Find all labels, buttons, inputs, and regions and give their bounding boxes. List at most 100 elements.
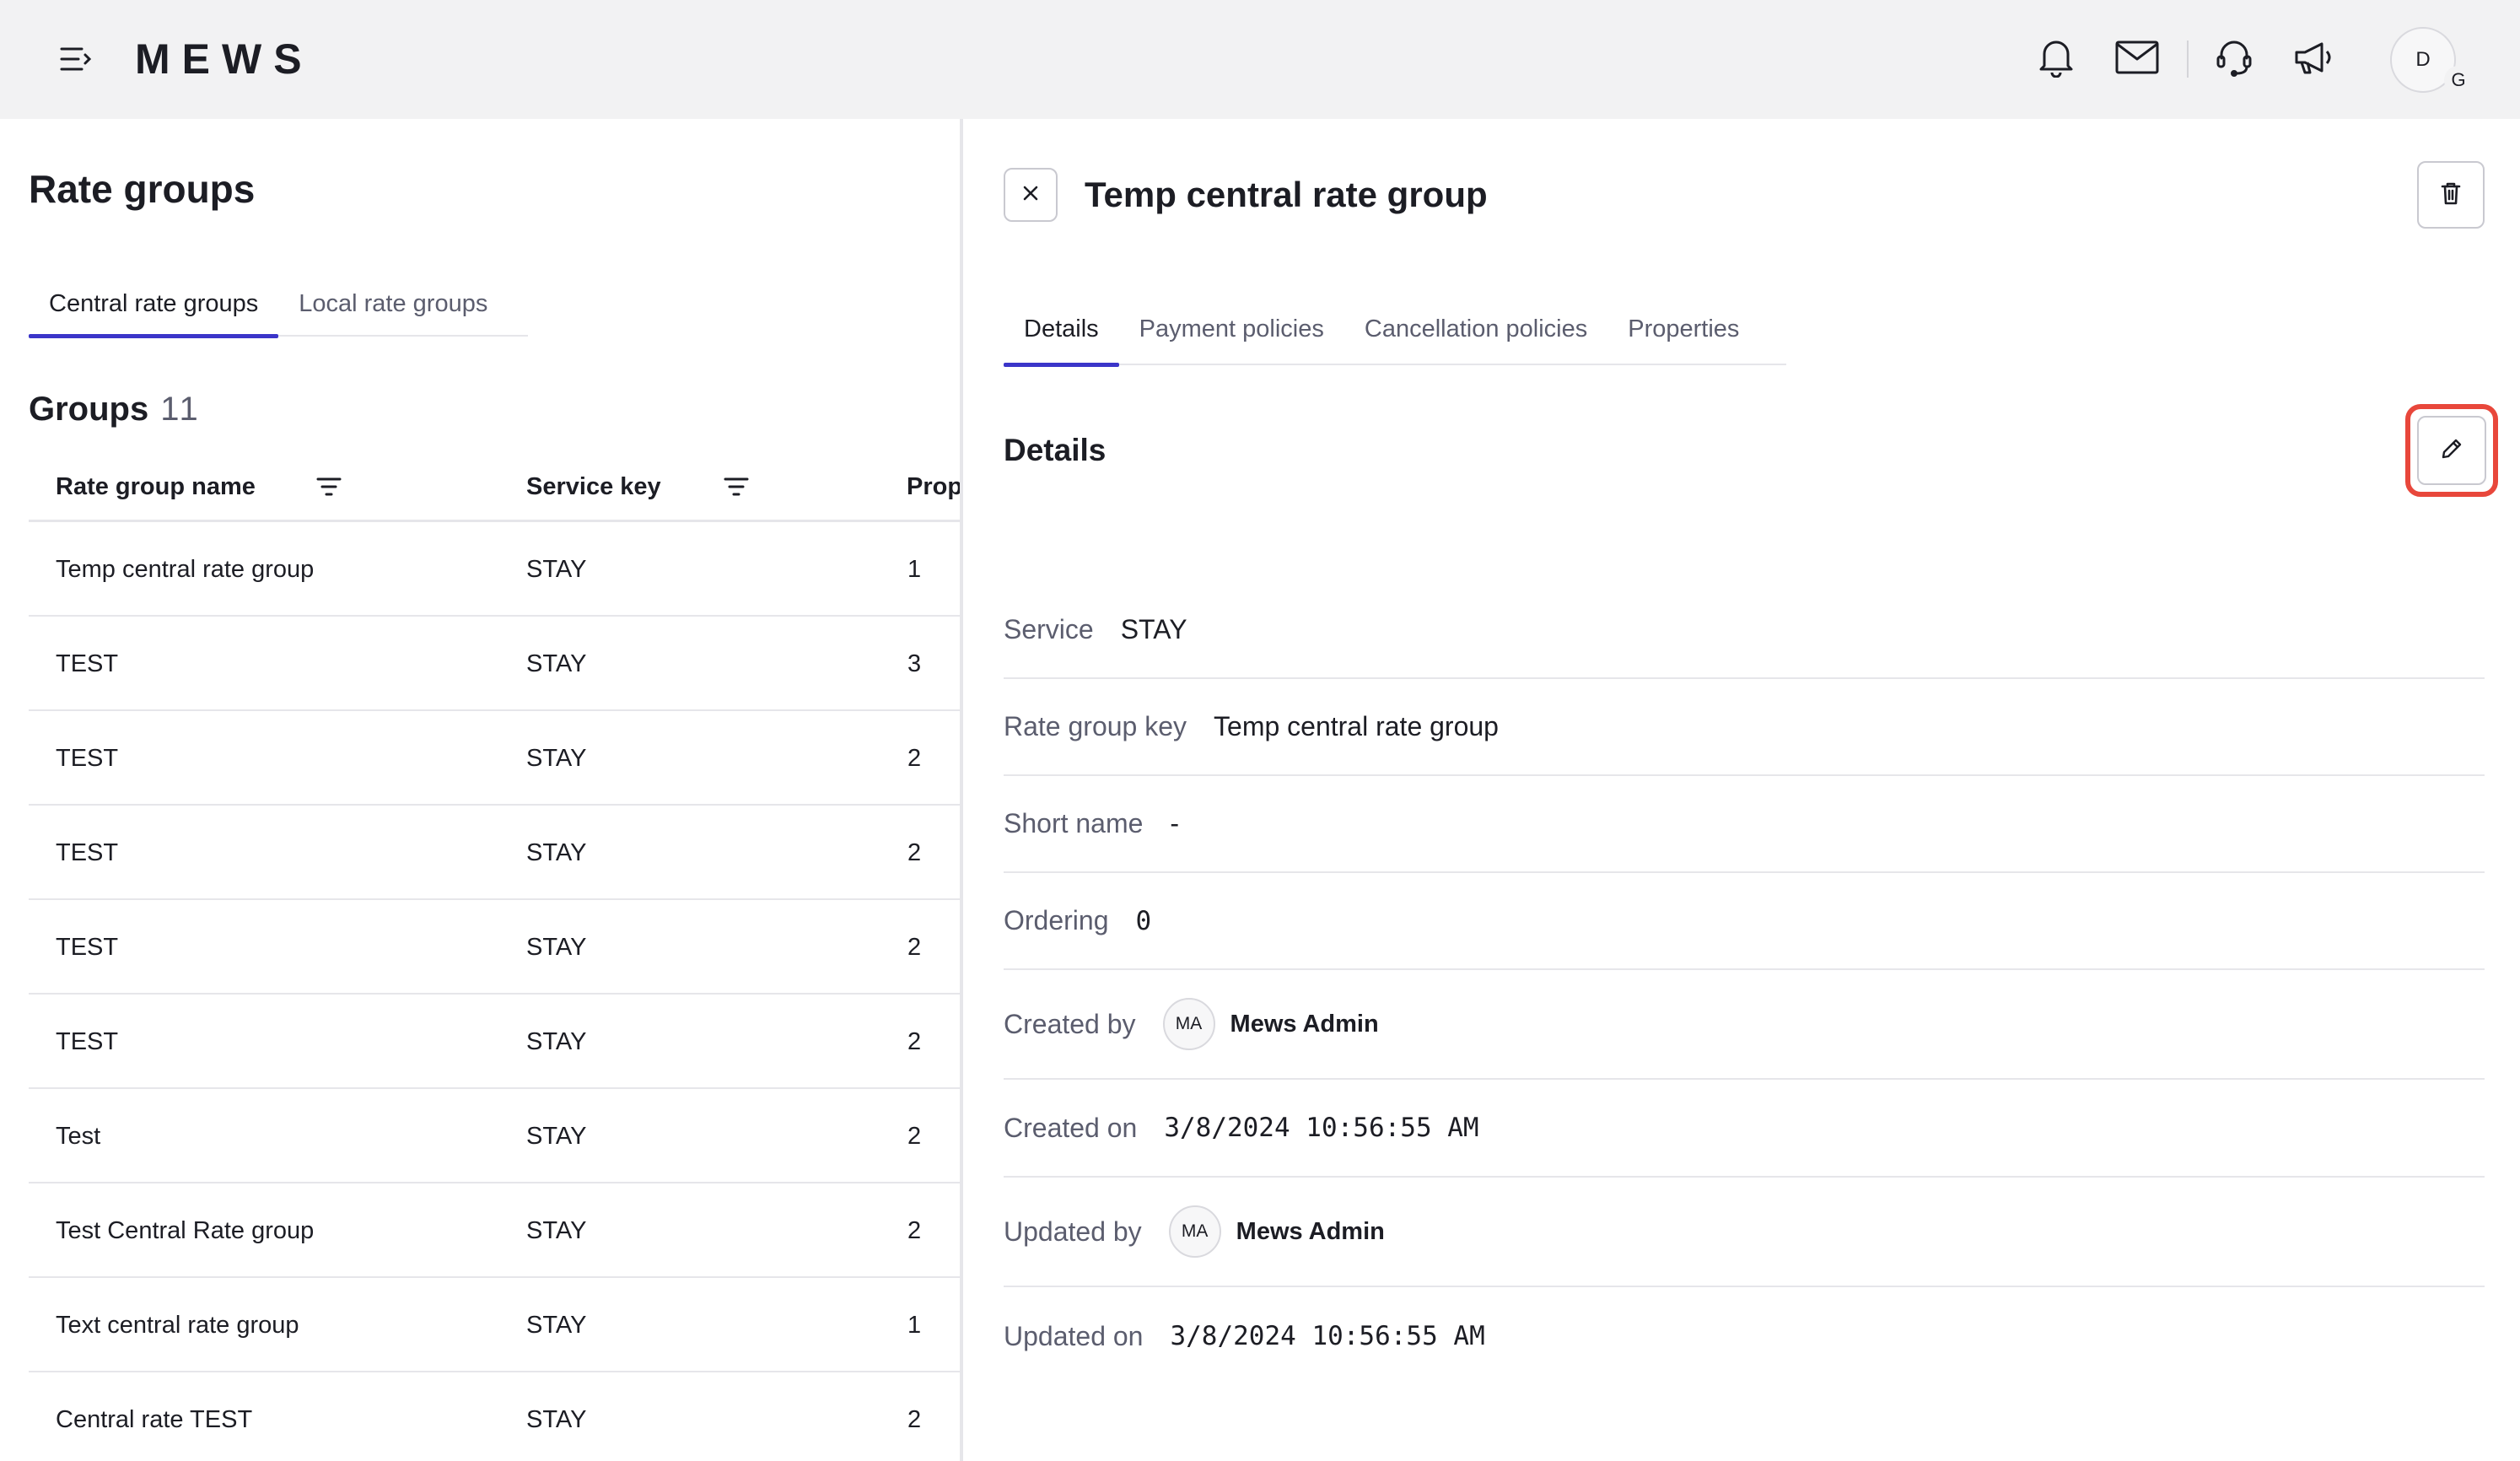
- field-ordering: Ordering 0: [1004, 873, 2485, 970]
- megaphone-icon: [2293, 40, 2337, 79]
- column-header-properties[interactable]: Prop: [907, 451, 960, 522]
- filter-icon[interactable]: [310, 468, 347, 505]
- support-button[interactable]: [2207, 32, 2261, 86]
- cell-service-key: STAY: [526, 1027, 587, 1055]
- field-short-name: Short name -: [1004, 776, 2485, 873]
- delete-button[interactable]: [2417, 161, 2485, 229]
- close-detail-button[interactable]: [1004, 168, 1058, 222]
- bell-icon: [2038, 37, 2075, 82]
- cell-rate-group-name: TEST: [56, 744, 119, 772]
- pencil-icon: [2440, 437, 2463, 465]
- mews-logo[interactable]: MEWS: [135, 35, 314, 83]
- edit-details-button[interactable]: [2417, 416, 2486, 485]
- cell-properties: 1: [907, 1311, 922, 1339]
- cell-rate-group-name: Test Central Rate group: [56, 1216, 315, 1244]
- field-label: Service: [1004, 613, 1094, 644]
- trash-icon: [2441, 181, 2461, 209]
- headset-icon: [2215, 38, 2253, 81]
- table-row[interactable]: TEST STAY 3: [29, 617, 960, 711]
- cell-service-key: STAY: [526, 744, 587, 772]
- field-label: Updated on: [1004, 1320, 1144, 1351]
- field-service: Service STAY: [1004, 581, 2485, 679]
- cell-properties: 2: [907, 744, 922, 772]
- cell-service-key: STAY: [526, 1405, 587, 1433]
- tab-details[interactable]: Details: [1004, 293, 1119, 367]
- cell-properties: 2: [907, 1216, 922, 1244]
- table-row[interactable]: Text central rate group STAY 1: [29, 1278, 960, 1372]
- field-value: 3/8/2024 10:56:55 AM: [1170, 1321, 1485, 1351]
- cell-service-key: STAY: [526, 838, 587, 866]
- field-updated-by: Updated by MA Mews Admin: [1004, 1178, 2485, 1287]
- field-value: 0: [1135, 905, 1152, 936]
- table-row[interactable]: TEST STAY 2: [29, 995, 960, 1089]
- table-row[interactable]: Test STAY 2: [29, 1089, 960, 1183]
- rate-group-detail-panel: Temp central rate group Details Payment …: [963, 119, 2520, 1461]
- cell-rate-group-name: Text central rate group: [56, 1311, 299, 1339]
- tab-central-rate-groups[interactable]: Central rate groups: [29, 271, 279, 338]
- table-row[interactable]: Central rate TEST STAY 2: [29, 1372, 960, 1461]
- enterprise-badge: G: [2444, 66, 2473, 94]
- cell-service-key: STAY: [526, 1122, 587, 1150]
- field-label: Ordering: [1004, 905, 1109, 935]
- cell-service-key: STAY: [526, 933, 587, 961]
- detail-tabs: Details Payment policies Cancellation po…: [1004, 293, 1786, 367]
- table-row[interactable]: TEST STAY 2: [29, 711, 960, 806]
- close-icon: [1022, 185, 1039, 206]
- messages-button[interactable]: [2110, 32, 2164, 86]
- table-header: Rate group name Service key Prop: [29, 451, 960, 522]
- announcements-button[interactable]: [2288, 32, 2342, 86]
- table-row[interactable]: Test Central Rate group STAY 2: [29, 1183, 960, 1278]
- field-value: -: [1170, 808, 1180, 838]
- cell-properties: 2: [907, 1027, 922, 1055]
- field-label: Created on: [1004, 1112, 1138, 1143]
- user-name: Mews Admin: [1230, 1010, 1379, 1038]
- tab-local-rate-groups[interactable]: Local rate groups: [278, 271, 508, 337]
- cell-service-key: STAY: [526, 650, 587, 677]
- cell-rate-group-name: TEST: [56, 838, 119, 866]
- cell-service-key: STAY: [526, 1311, 587, 1339]
- field-rate-group-key: Rate group key Temp central rate group: [1004, 679, 2485, 776]
- page-title: Rate groups: [29, 167, 256, 211]
- groups-heading: Groups 11: [29, 391, 201, 429]
- cell-rate-group-name: Test: [56, 1122, 101, 1150]
- table-row[interactable]: TEST STAY 2: [29, 806, 960, 900]
- column-header-rate-group-name[interactable]: Rate group name: [56, 451, 256, 522]
- field-updated-on: Updated on 3/8/2024 10:56:55 AM: [1004, 1287, 2485, 1385]
- cell-properties: 2: [907, 933, 922, 961]
- avatar: MA: [1168, 1205, 1221, 1258]
- field-value: STAY: [1120, 613, 1187, 644]
- avatar: MA: [1162, 998, 1215, 1050]
- tab-properties[interactable]: Properties: [1607, 293, 1759, 365]
- field-label: Updated by: [1004, 1216, 1142, 1247]
- field-label: Short name: [1004, 808, 1144, 838]
- cell-rate-group-name: TEST: [56, 650, 119, 677]
- table-row[interactable]: Temp central rate group STAY 1: [29, 522, 960, 617]
- filter-icon[interactable]: [718, 468, 755, 505]
- field-value: 3/8/2024 10:56:55 AM: [1164, 1113, 1479, 1143]
- user-chip: MA Mews Admin: [1162, 998, 1379, 1050]
- mail-icon: [2115, 40, 2159, 78]
- details-section-title: Details: [1004, 433, 1107, 467]
- column-header-service-key[interactable]: Service key: [526, 451, 661, 522]
- cell-rate-group-name: Central rate TEST: [56, 1405, 253, 1433]
- cell-properties: 2: [907, 838, 922, 866]
- tab-cancellation-policies[interactable]: Cancellation policies: [1344, 293, 1607, 365]
- user-chip: MA Mews Admin: [1168, 1205, 1385, 1258]
- groups-label: Groups: [29, 391, 149, 428]
- rate-group-tabs: Central rate groups Local rate groups: [29, 271, 528, 338]
- top-bar: MEWS D G: [0, 0, 2520, 119]
- notifications-button[interactable]: [2029, 32, 2083, 86]
- cell-properties: 2: [907, 1405, 922, 1433]
- cell-rate-group-name: TEST: [56, 1027, 119, 1055]
- field-value: Temp central rate group: [1214, 711, 1499, 741]
- table-row[interactable]: TEST STAY 2: [29, 900, 960, 995]
- cell-rate-group-name: TEST: [56, 933, 119, 961]
- cell-rate-group-name: Temp central rate group: [56, 555, 315, 583]
- header-divider: [2187, 40, 2189, 78]
- cell-properties: 1: [907, 555, 922, 583]
- rate-groups-table: Rate group name Service key Prop Temp ce…: [29, 451, 960, 1461]
- cell-service-key: STAY: [526, 1216, 587, 1244]
- menu-toggle-button[interactable]: [52, 42, 100, 79]
- tab-payment-policies[interactable]: Payment policies: [1119, 293, 1344, 365]
- field-label: Created by: [1004, 1008, 1136, 1039]
